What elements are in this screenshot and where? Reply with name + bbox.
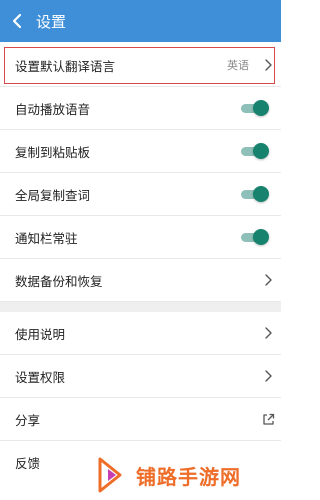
data-backup-restore-item[interactable]: 数据备份和恢复	[0, 259, 281, 302]
chevron-right-icon	[255, 312, 281, 355]
notification-resident-toggle[interactable]	[241, 229, 269, 245]
section-divider	[0, 302, 281, 312]
copy-to-clipboard-item: 复制到粘贴板	[0, 130, 281, 173]
share-label: 分享	[15, 412, 41, 428]
global-copy-lookup-label: 全局复制查词	[15, 187, 91, 203]
copy-to-clipboard-label: 复制到粘贴板	[15, 144, 91, 160]
notification-resident-item: 通知栏常驻	[0, 216, 281, 259]
share-item[interactable]: 分享	[0, 398, 281, 441]
default-language-value: 英语	[227, 59, 249, 72]
set-permissions-item[interactable]: 设置权限	[0, 355, 281, 398]
global-copy-lookup-toggle[interactable]	[241, 186, 269, 202]
copy-to-clipboard-toggle[interactable]	[241, 143, 269, 159]
global-copy-lookup-item: 全局复制查词	[0, 173, 281, 216]
app-header: 设置	[0, 0, 281, 42]
auto-play-voice-item: 自动播放语音	[0, 87, 281, 130]
toggle-knob	[253, 100, 269, 116]
data-backup-restore-label: 数据备份和恢复	[15, 273, 103, 289]
settings-list: 设置默认翻译语言 英语 自动播放语音 复制到粘贴板 全局复制查词 通知栏常驻 数…	[0, 44, 281, 484]
chevron-right-icon	[255, 355, 281, 398]
auto-play-voice-toggle[interactable]	[241, 100, 269, 116]
back-button[interactable]	[0, 0, 34, 42]
usage-instructions-label: 使用说明	[15, 326, 66, 342]
usage-instructions-item[interactable]: 使用说明	[0, 312, 281, 355]
watermark-text: 铺路手游网	[136, 464, 241, 489]
watermark: 铺路手游网	[94, 452, 281, 498]
external-link-icon	[255, 398, 281, 441]
toggle-knob	[253, 186, 269, 202]
set-permissions-label: 设置权限	[15, 369, 66, 385]
toggle-knob	[253, 143, 269, 159]
default-language-item[interactable]: 设置默认翻译语言 英语	[0, 44, 281, 87]
toggle-knob	[253, 229, 269, 245]
chevron-right-icon	[255, 44, 281, 87]
notification-resident-label: 通知栏常驻	[15, 230, 78, 246]
page-title: 设置	[36, 12, 67, 31]
chevron-right-icon	[255, 259, 281, 302]
auto-play-voice-label: 自动播放语音	[15, 101, 91, 117]
watermark-logo	[98, 457, 122, 493]
chevron-left-icon	[12, 13, 22, 29]
default-language-label: 设置默认翻译语言	[15, 58, 116, 74]
